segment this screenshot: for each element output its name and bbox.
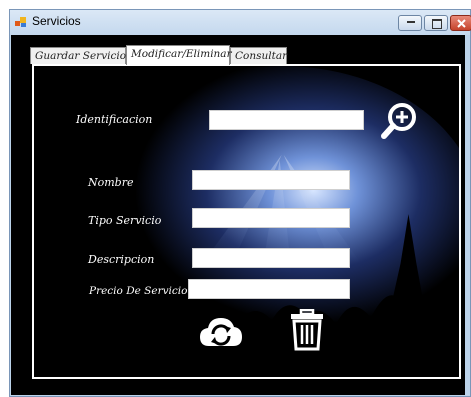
cloud-refresh-icon[interactable] <box>198 314 244 350</box>
tab-consultar[interactable]: Consultar <box>230 47 287 64</box>
precio-label: Precio De Servicio <box>89 285 188 297</box>
identificacion-label: Identificacion <box>76 113 153 126</box>
tipo-servicio-input[interactable] <box>192 208 350 228</box>
descripcion-input[interactable] <box>192 248 350 268</box>
maximize-icon <box>432 19 442 29</box>
title-bar[interactable]: Servicios <box>10 10 471 35</box>
tab-panel-modificar: Identificacion Nombre Tipo Servicio Desc… <box>32 64 461 379</box>
minimize-icon <box>407 21 415 23</box>
app-icon <box>15 17 26 27</box>
nombre-label: Nombre <box>88 176 134 189</box>
tipo-servicio-label: Tipo Servicio <box>88 214 162 227</box>
nombre-input[interactable] <box>192 170 350 190</box>
tab-modificar-eliminar[interactable]: Modificar/Eliminar <box>126 45 232 65</box>
close-icon <box>457 19 466 28</box>
maximize-button[interactable] <box>424 15 448 31</box>
precio-input[interactable] <box>188 279 350 299</box>
window-title: Servicios <box>32 14 81 28</box>
close-button[interactable] <box>450 15 471 31</box>
descripcion-label: Descripcion <box>88 253 155 266</box>
minimize-button[interactable] <box>398 15 422 31</box>
tab-guardar-servicio[interactable]: Guardar Servicio <box>30 47 126 64</box>
zoom-plus-icon[interactable] <box>380 102 418 140</box>
trash-icon[interactable] <box>290 309 324 351</box>
identificacion-input[interactable] <box>209 110 364 130</box>
